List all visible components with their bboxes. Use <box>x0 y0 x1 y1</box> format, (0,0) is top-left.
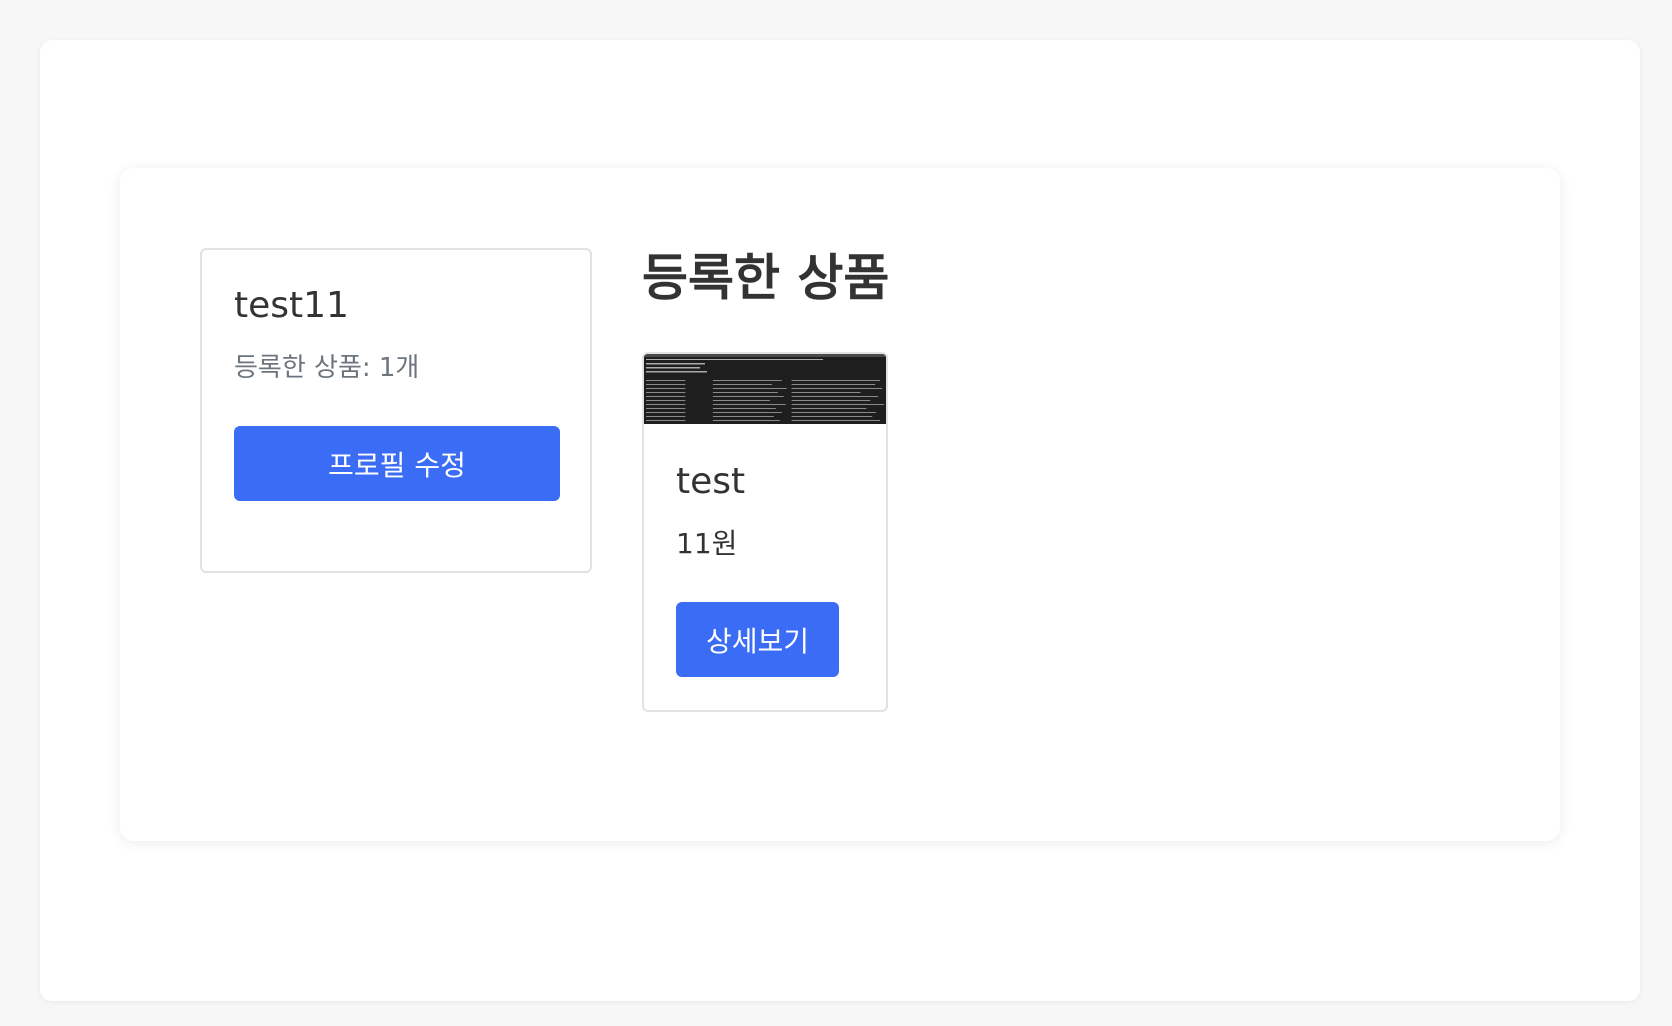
page-container: test11 등록한 상품: 1개 프로필 수정 등록한 상품 test 11원… <box>40 40 1640 1001</box>
edit-profile-button[interactable]: 프로필 수정 <box>234 426 560 501</box>
registered-product-count: 등록한 상품: 1개 <box>234 353 420 383</box>
product-thumbnail-image <box>644 354 886 424</box>
registered-products-title: 등록한 상품 <box>642 249 890 307</box>
mypage-panel: test11 등록한 상품: 1개 프로필 수정 등록한 상품 test 11원… <box>120 168 1560 841</box>
product-name: test <box>676 461 746 502</box>
profile-card: test11 등록한 상품: 1개 프로필 수정 <box>200 248 592 573</box>
view-detail-button[interactable]: 상세보기 <box>676 602 839 677</box>
product-card: test 11원 상세보기 <box>642 352 888 712</box>
product-price: 11원 <box>676 527 738 560</box>
profile-username: test11 <box>234 285 349 326</box>
